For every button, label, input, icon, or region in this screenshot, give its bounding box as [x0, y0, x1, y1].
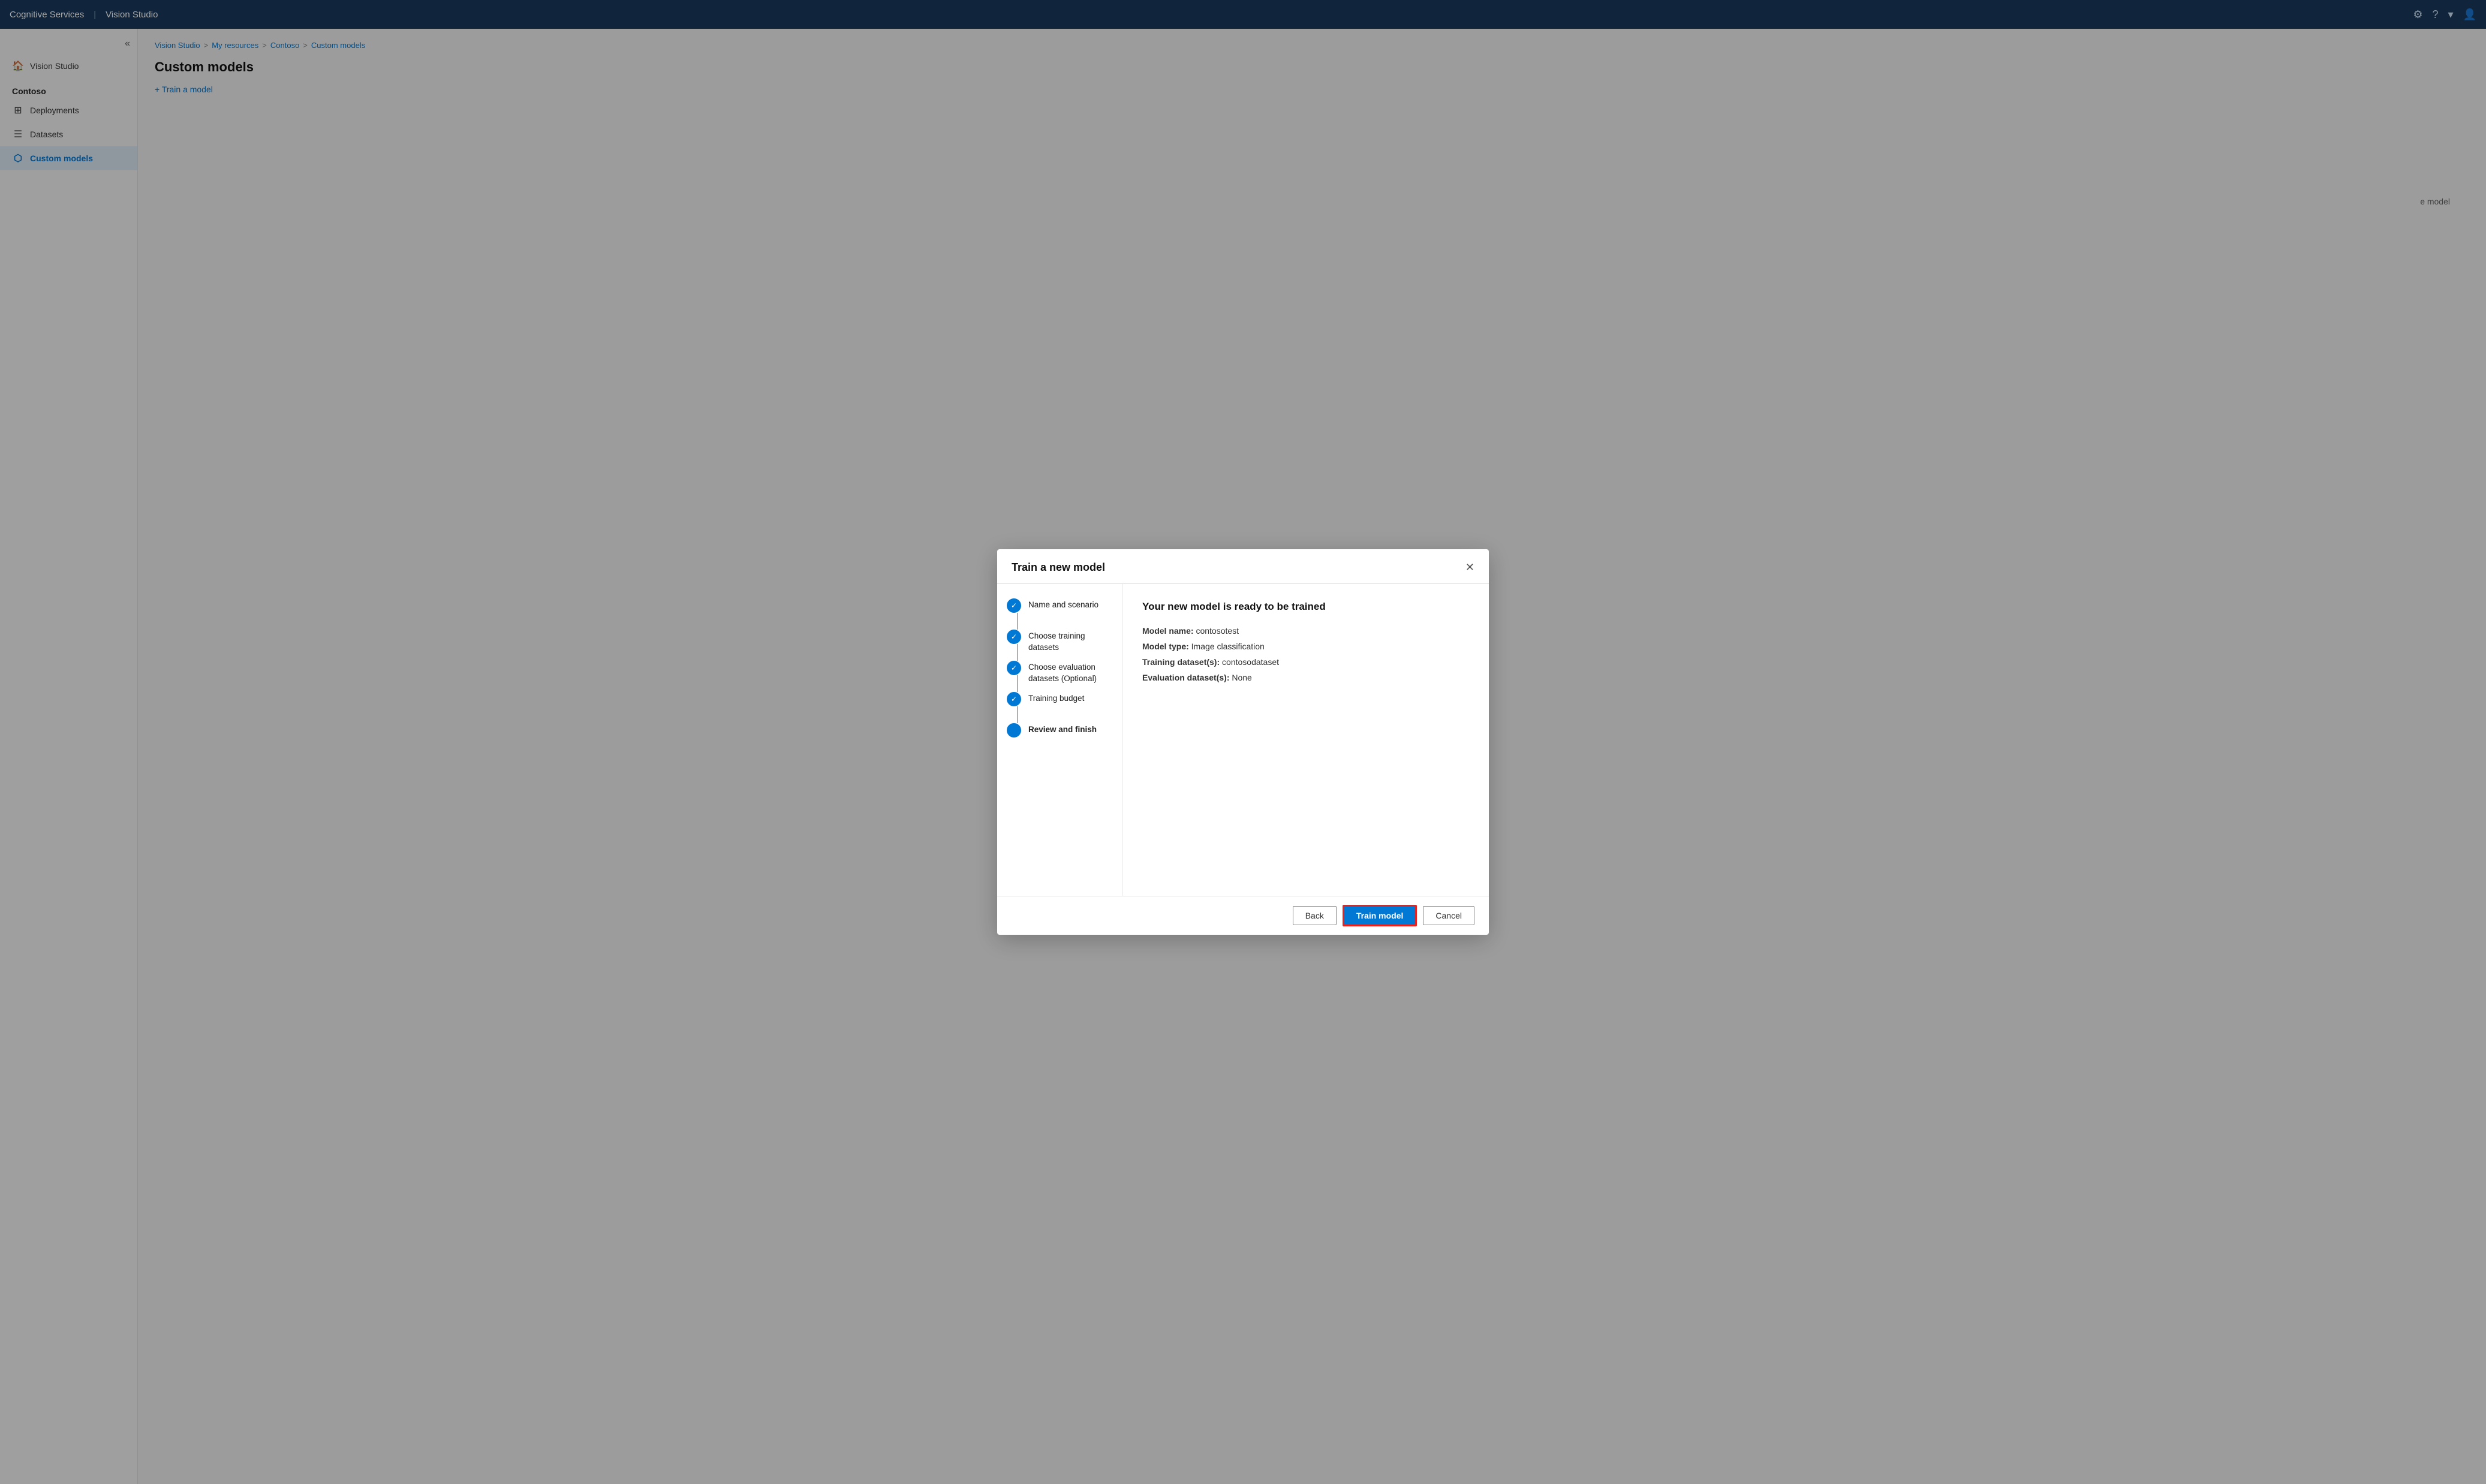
step-3-label: Choose evaluation datasets (Optional)	[1028, 661, 1113, 685]
dialog-title: Train a new model	[1012, 561, 1105, 574]
step-review-finish: Review and finish	[1007, 723, 1113, 738]
dialog-footer: Back Train model Cancel	[997, 896, 1489, 935]
info-label-model-name: Model name:	[1142, 626, 1194, 636]
dialog-content-panel: Your new model is ready to be trained Mo…	[1123, 584, 1489, 896]
info-value-eval-datasets: None	[1232, 673, 1251, 682]
step-5-circle	[1007, 723, 1021, 738]
train-model-submit-button[interactable]: Train model	[1343, 905, 1417, 926]
info-value-model-name: contosotest	[1196, 626, 1239, 636]
step-training-datasets: ✓ Choose training datasets	[1007, 630, 1113, 661]
modal-overlay: Train a new model ✕ ✓ Name and scenario	[0, 0, 2486, 1484]
info-eval-datasets: Evaluation dataset(s): None	[1142, 673, 1470, 682]
step-4-label: Training budget	[1028, 692, 1084, 705]
info-model-type: Model type: Image classification	[1142, 642, 1470, 651]
info-value-training-datasets: contosodataset	[1222, 657, 1279, 667]
info-label-eval-datasets: Evaluation dataset(s):	[1142, 673, 1229, 682]
step-eval-datasets: ✓ Choose evaluation datasets (Optional)	[1007, 661, 1113, 692]
step-1-label: Name and scenario	[1028, 598, 1098, 611]
cancel-button[interactable]: Cancel	[1423, 906, 1474, 925]
step-4-circle: ✓	[1007, 692, 1021, 706]
info-label-training-datasets: Training dataset(s):	[1142, 657, 1220, 667]
info-value-model-type: Image classification	[1191, 642, 1265, 651]
dialog-body: ✓ Name and scenario ✓ Choose training da…	[997, 584, 1489, 896]
content-heading: Your new model is ready to be trained	[1142, 601, 1470, 613]
step-5-label: Review and finish	[1028, 723, 1097, 736]
step-1-circle: ✓	[1007, 598, 1021, 613]
back-button[interactable]: Back	[1293, 906, 1337, 925]
dialog-steps-panel: ✓ Name and scenario ✓ Choose training da…	[997, 584, 1123, 896]
train-model-dialog: Train a new model ✕ ✓ Name and scenario	[997, 549, 1489, 935]
step-3-circle: ✓	[1007, 661, 1021, 675]
info-training-datasets: Training dataset(s): contosodataset	[1142, 657, 1470, 667]
info-label-model-type: Model type:	[1142, 642, 1189, 651]
step-name-scenario: ✓ Name and scenario	[1007, 598, 1113, 630]
dialog-header: Train a new model ✕	[997, 549, 1489, 584]
info-model-name: Model name: contosotest	[1142, 626, 1470, 636]
step-2-circle: ✓	[1007, 630, 1021, 644]
step-2-label: Choose training datasets	[1028, 630, 1113, 654]
step-training-budget: ✓ Training budget	[1007, 692, 1113, 723]
dialog-close-button[interactable]: ✕	[1465, 561, 1474, 574]
